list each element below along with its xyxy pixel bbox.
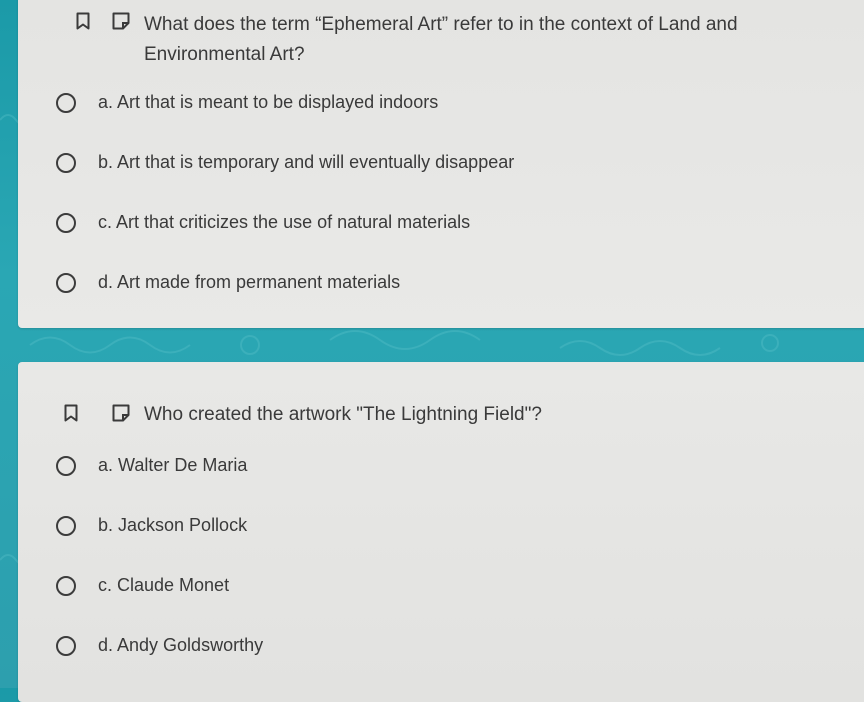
option-label: a. Art that is meant to be displayed ind… [98, 92, 439, 112]
flag-icon[interactable] [112, 12, 130, 30]
radio-empty-icon[interactable] [56, 152, 76, 173]
radio-empty-icon[interactable] [56, 272, 76, 293]
bookmark-icon[interactable] [76, 12, 90, 30]
option-label: b. Art that is temporary and will eventu… [98, 152, 515, 172]
option-label: c. Claude Monet [98, 575, 230, 595]
radio-empty-icon[interactable] [56, 515, 76, 536]
radio-empty-icon[interactable] [56, 575, 76, 596]
radio-empty-icon[interactable] [56, 455, 76, 476]
radio-empty-icon[interactable] [56, 92, 76, 113]
question-1-option-a[interactable]: a. Art that is meant to be displayed ind… [56, 92, 438, 113]
question-1-text-line1: What does the term “Ephemeral Art” refer… [144, 14, 738, 35]
question-1-option-b[interactable]: b. Art that is temporary and will eventu… [56, 152, 514, 173]
option-label: c. Art that criticizes the use of natura… [98, 212, 471, 232]
question-1-option-c[interactable]: c. Art that criticizes the use of natura… [56, 212, 470, 233]
question-2-text: Who created the artwork "The Lightning F… [144, 404, 542, 425]
question-1-option-d[interactable]: d. Art made from permanent materials [56, 272, 400, 293]
radio-empty-icon[interactable] [56, 635, 76, 656]
option-label: d. Art made from permanent materials [98, 272, 401, 292]
question-2-option-a[interactable]: a. Walter De Maria [56, 455, 247, 476]
question-1-text-line2: Environmental Art? [144, 44, 305, 65]
question-2-option-d[interactable]: d. Andy Goldsworthy [56, 635, 263, 656]
flag-icon[interactable] [112, 404, 130, 422]
question-2-option-c[interactable]: c. Claude Monet [56, 575, 229, 596]
bookmark-icon[interactable] [64, 404, 78, 422]
option-label: d. Andy Goldsworthy [98, 635, 264, 655]
option-label: a. Walter De Maria [98, 455, 248, 475]
option-label: b. Jackson Pollock [98, 515, 248, 535]
radio-empty-icon[interactable] [56, 212, 76, 233]
question-2-option-b[interactable]: b. Jackson Pollock [56, 515, 247, 536]
